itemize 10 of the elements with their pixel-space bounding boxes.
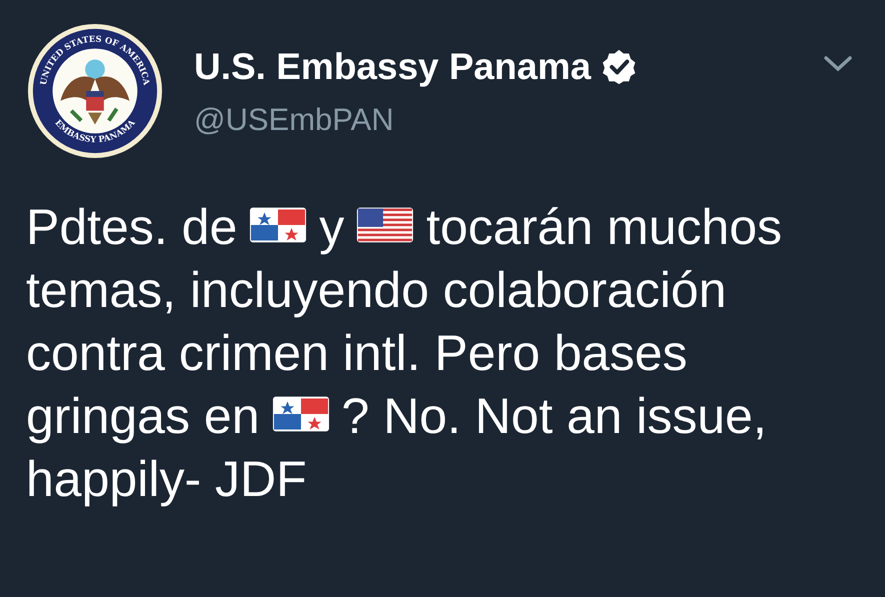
tweet-text: temas, incluyendo colaboración bbox=[26, 261, 726, 320]
tweet-text: contra crimen intl. Pero bases bbox=[26, 324, 688, 383]
tweet-text: ? No. Not an issue, bbox=[342, 387, 767, 446]
tweet-text: tocarán muchos bbox=[426, 198, 782, 257]
tweet-text: happily- JDF bbox=[26, 450, 307, 509]
account-handle[interactable]: @USEmbPAN bbox=[194, 100, 394, 140]
tweet-text: y bbox=[319, 198, 344, 257]
tweet-text: gringas en bbox=[26, 387, 260, 446]
tweet-text: Pdtes. de bbox=[26, 198, 238, 257]
account-name[interactable]: U.S. Embassy Panama bbox=[194, 44, 591, 90]
